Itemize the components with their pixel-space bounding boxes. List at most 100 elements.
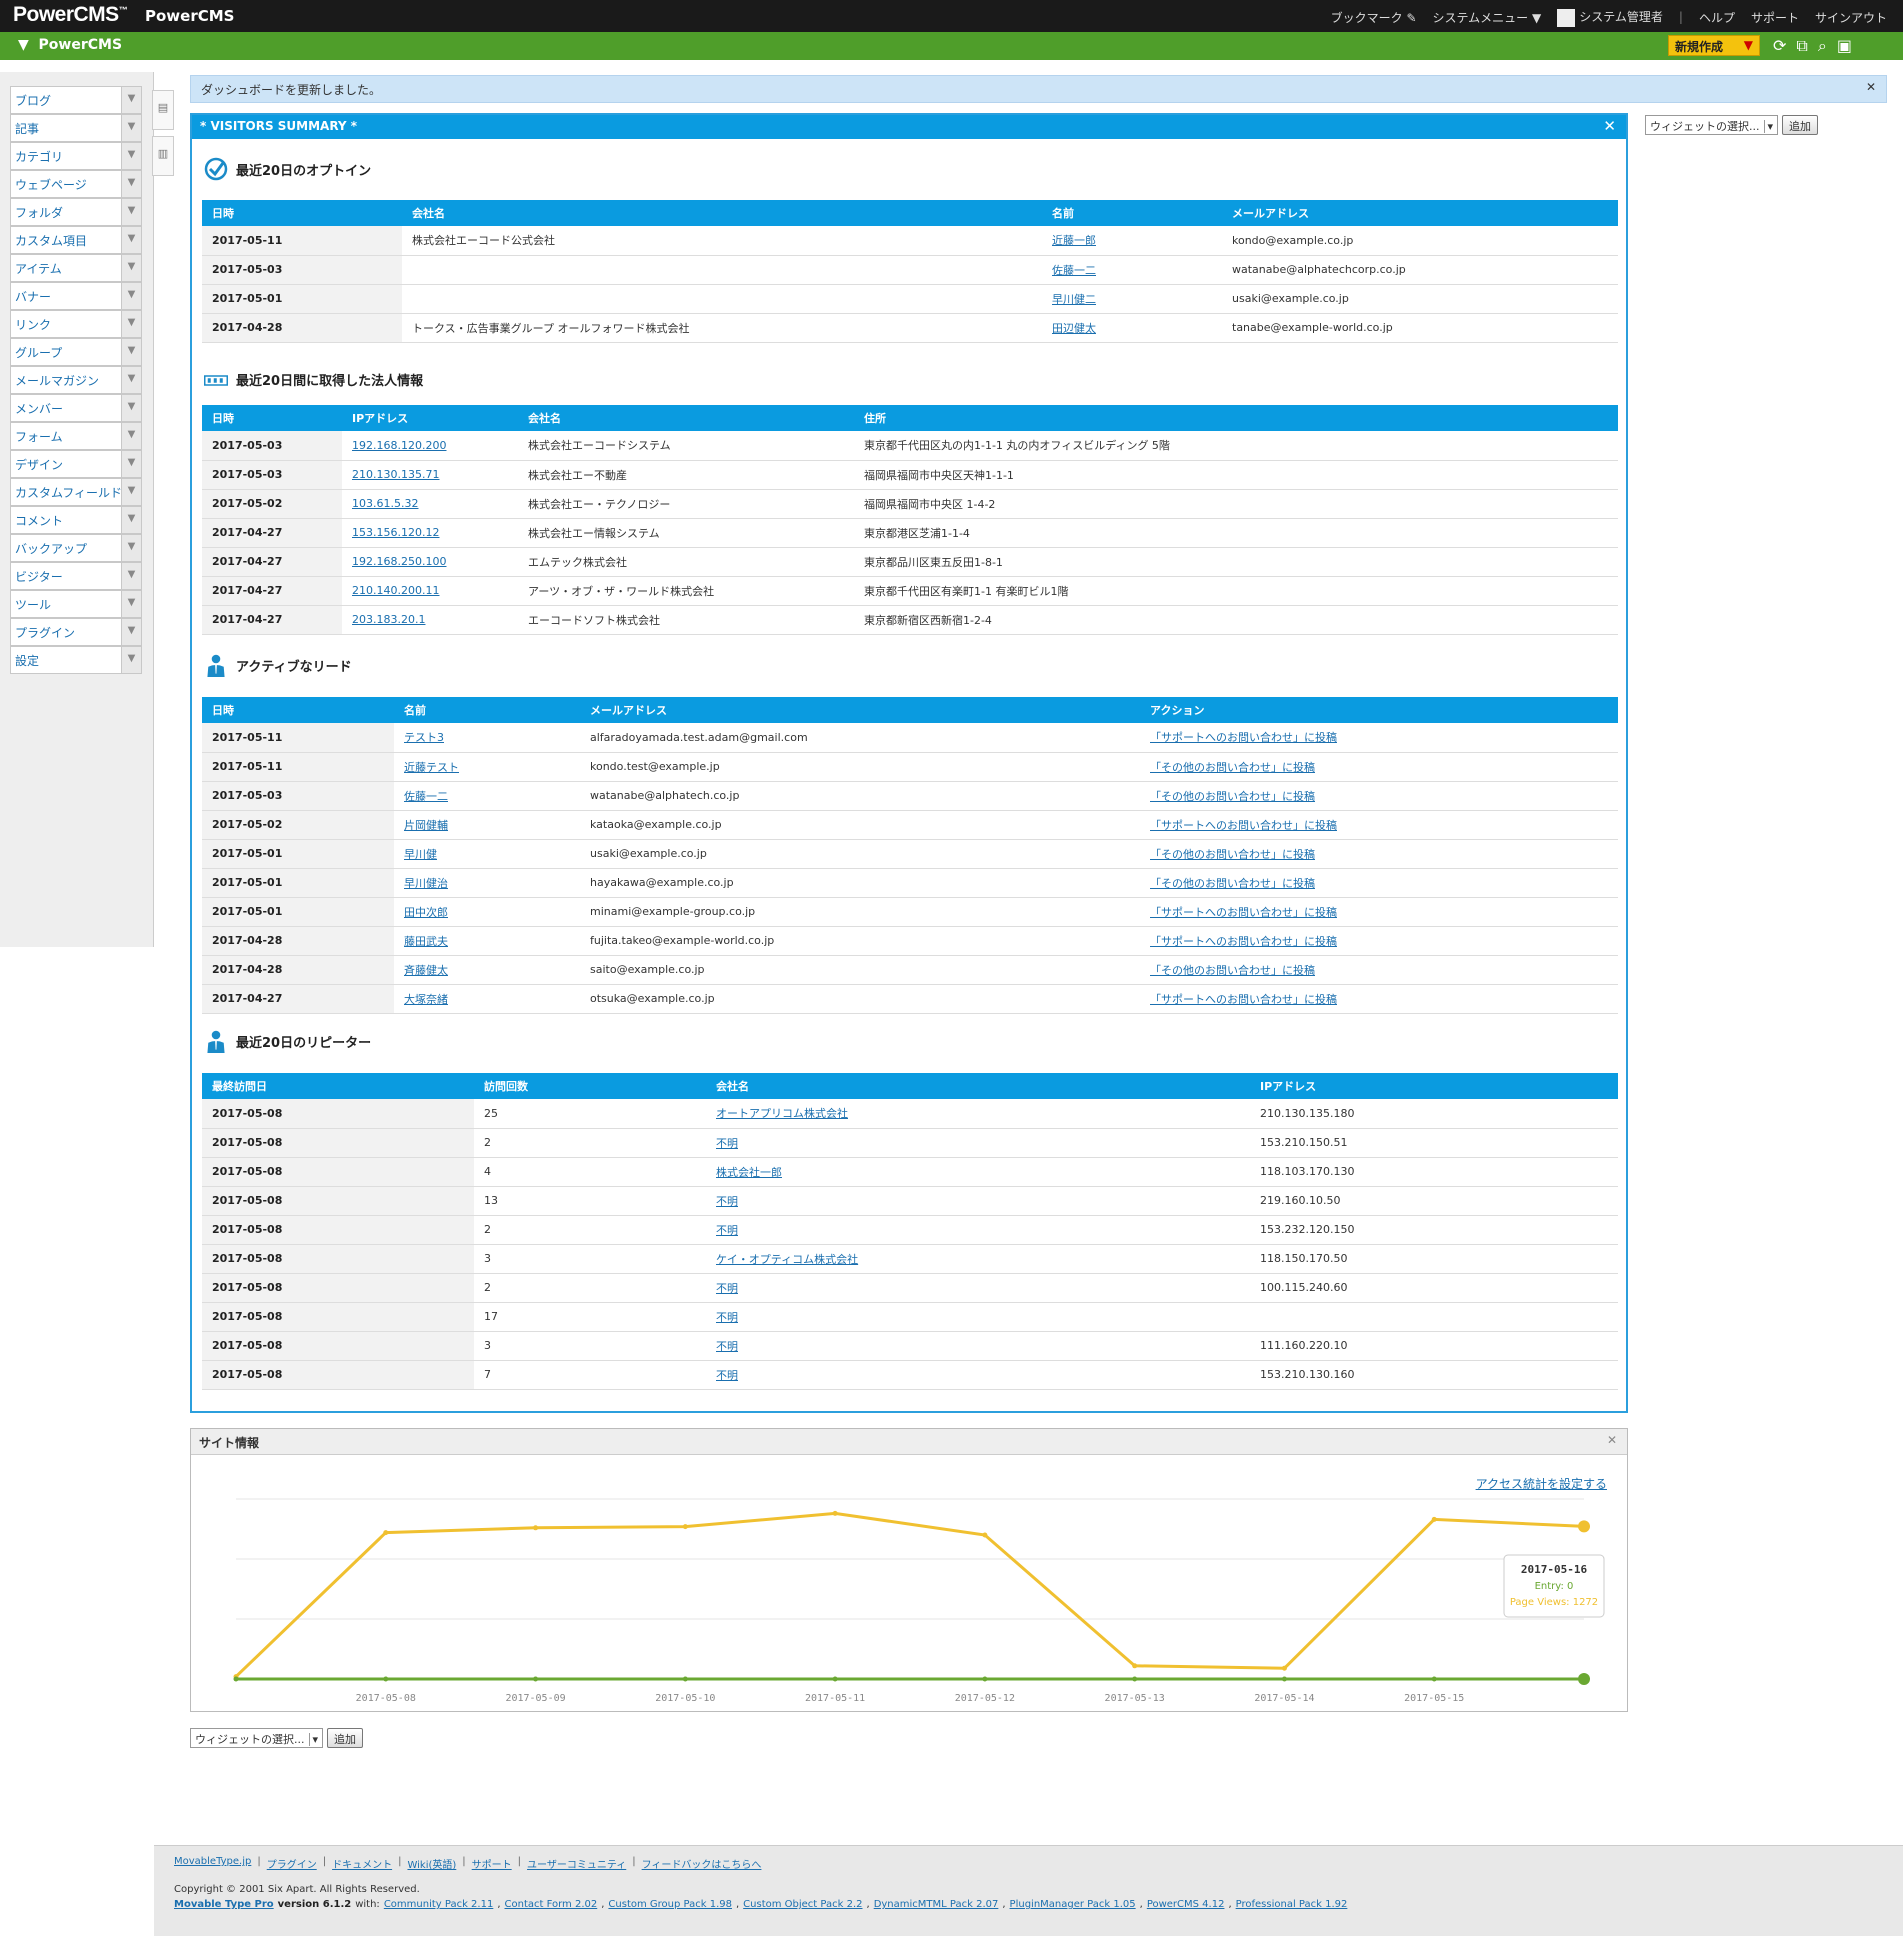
sidebar-item[interactable]: コメント ▼ xyxy=(10,506,142,534)
chevron-down-icon[interactable]: ▼ xyxy=(121,535,141,561)
close-icon[interactable]: ✕ xyxy=(1866,80,1876,94)
plugin-link[interactable]: DynamicMTML Pack 2.07 xyxy=(874,1899,999,1910)
cell-link[interactable]: 不明 xyxy=(716,1195,738,1208)
plugin-link[interactable]: Contact Form 2.02 xyxy=(505,1899,598,1910)
data-point[interactable] xyxy=(383,1676,389,1682)
cell-link[interactable]: 153.156.120.12 xyxy=(352,526,439,539)
cell-link[interactable]: オートアプリコム株式会社 xyxy=(716,1107,848,1120)
column-header[interactable]: アクション xyxy=(1140,697,1618,723)
cell-link[interactable]: 田辺健太 xyxy=(1052,322,1096,335)
data-point[interactable] xyxy=(682,1524,688,1530)
cell-link[interactable]: 不明 xyxy=(716,1137,738,1150)
column-header[interactable]: 日時 xyxy=(202,697,394,723)
new-create-button[interactable]: 新規作成 ▼ xyxy=(1668,35,1760,56)
data-point[interactable] xyxy=(832,1510,838,1516)
cell-link[interactable]: 大塚奈緒 xyxy=(404,993,448,1006)
plugin-link[interactable]: Community Pack 2.11 xyxy=(384,1899,494,1910)
cell-link[interactable]: 「サポートへのお問い合わせ」に投稿 xyxy=(1150,993,1337,1006)
column-header[interactable]: 名前 xyxy=(1042,200,1222,226)
sidebar-item[interactable]: メンバー ▼ xyxy=(10,394,142,422)
add-widget-button[interactable]: 追加 xyxy=(1782,115,1819,135)
data-point[interactable] xyxy=(982,1532,988,1538)
chevron-down-icon[interactable]: ▼ xyxy=(121,199,141,225)
signout-link[interactable]: サインアウト xyxy=(1815,9,1887,26)
chevron-down-icon[interactable]: ▼ xyxy=(121,451,141,477)
cell-link[interactable]: 田中次郎 xyxy=(404,906,448,919)
cell-link[interactable]: 不明 xyxy=(716,1369,738,1382)
chevron-down-icon[interactable]: ▼ xyxy=(121,367,141,393)
cell-link[interactable]: 早川健二 xyxy=(1052,293,1096,306)
chevron-down-icon[interactable]: ▼ xyxy=(121,143,141,169)
cell-link[interactable]: 斉藤健太 xyxy=(404,964,448,977)
sidebar-item[interactable]: プラグイン ▼ xyxy=(10,618,142,646)
sidebar-item[interactable]: カスタム項目 ▼ xyxy=(10,226,142,254)
cell-link[interactable]: 210.130.135.71 xyxy=(352,468,439,481)
cell-link[interactable]: 「その他のお問い合わせ」に投稿 xyxy=(1150,761,1315,774)
column-header[interactable]: 日時 xyxy=(202,405,342,431)
sidebar-item[interactable]: フォルダ ▼ xyxy=(10,198,142,226)
data-point[interactable] xyxy=(1132,1676,1138,1682)
chevron-down-icon[interactable]: ▼ xyxy=(121,563,141,589)
footer-link[interactable]: ユーザーコミュニティ xyxy=(527,1856,626,1871)
search-icon[interactable]: ⌕ xyxy=(1818,36,1827,56)
plugin-link[interactable]: Custom Object Pack 2.2 xyxy=(743,1899,862,1910)
sidebar-item[interactable]: ビジター ▼ xyxy=(10,562,142,590)
plugin-link[interactable]: Custom Group Pack 1.98 xyxy=(608,1899,732,1910)
plugin-link[interactable]: PluginManager Pack 1.05 xyxy=(1010,1899,1136,1910)
cell-link[interactable]: 株式会社一郎 xyxy=(716,1166,782,1179)
site-name[interactable]: PowerCMS xyxy=(145,7,234,25)
column-header[interactable]: IPアドレス xyxy=(1250,1073,1618,1099)
chevron-down-icon[interactable]: ▼ xyxy=(121,283,141,309)
plugin-link[interactable]: Professional Pack 1.92 xyxy=(1236,1899,1348,1910)
chevron-down-icon[interactable]: ▼ xyxy=(121,591,141,617)
close-icon[interactable]: ✕ xyxy=(1607,1433,1617,1447)
cell-link[interactable]: 「その他のお問い合わせ」に投稿 xyxy=(1150,848,1315,861)
widget-select[interactable]: ウィジェットの選択... ▾ xyxy=(1645,115,1779,135)
column-header[interactable]: IPアドレス xyxy=(342,405,518,431)
column-header[interactable]: 最終訪問日 xyxy=(202,1073,474,1099)
document-icon[interactable]: ▥ xyxy=(152,136,174,176)
data-point[interactable] xyxy=(1578,1673,1590,1685)
chevron-down-icon[interactable]: ▼ xyxy=(121,395,141,421)
sidebar-item[interactable]: カスタムフィールド ▼ xyxy=(10,478,142,506)
system-menu-link[interactable]: システムメニュー ▼ xyxy=(1433,9,1542,26)
sidebar-item[interactable]: ブログ ▼ xyxy=(10,86,142,114)
cell-link[interactable]: 「サポートへのお問い合わせ」に投稿 xyxy=(1150,819,1337,832)
data-point[interactable] xyxy=(383,1530,389,1536)
sidebar-item[interactable]: ツール ▼ xyxy=(10,590,142,618)
chevron-down-icon[interactable]: ▼ xyxy=(121,339,141,365)
cell-link[interactable]: 佐藤一二 xyxy=(404,790,448,803)
cell-link[interactable]: ケイ・オプティコム株式会社 xyxy=(716,1253,858,1266)
column-header[interactable]: 会社名 xyxy=(706,1073,1250,1099)
column-header[interactable]: 日時 xyxy=(202,200,402,226)
cell-link[interactable]: 203.183.20.1 xyxy=(352,613,425,626)
cell-link[interactable]: 不明 xyxy=(716,1311,738,1324)
support-link[interactable]: サポート xyxy=(1751,9,1799,26)
blog-selector[interactable]: ▼ PowerCMS xyxy=(18,37,122,53)
external-link-icon[interactable]: ⧉ xyxy=(1796,36,1807,56)
data-point[interactable] xyxy=(682,1676,688,1682)
trash-icon[interactable]: ▣ xyxy=(1837,36,1852,56)
cell-link[interactable]: 「サポートへのお問い合わせ」に投稿 xyxy=(1150,906,1337,919)
bookmark-link[interactable]: ブックマーク ✎ xyxy=(1331,9,1417,26)
chevron-down-icon[interactable]: ▼ xyxy=(121,479,141,505)
sidebar-item[interactable]: グループ ▼ xyxy=(10,338,142,366)
chevron-down-icon[interactable]: ▼ xyxy=(121,423,141,449)
cell-link[interactable]: 103.61.5.32 xyxy=(352,497,418,510)
sidebar-item[interactable]: リンク ▼ xyxy=(10,310,142,338)
cell-link[interactable]: 早川健治 xyxy=(404,877,448,890)
column-header[interactable]: メールアドレス xyxy=(580,697,1140,723)
sidebar-item[interactable]: フォーム ▼ xyxy=(10,422,142,450)
sidebar-item[interactable]: ウェブページ ▼ xyxy=(10,170,142,198)
user-link[interactable]: システム管理者 xyxy=(1557,8,1663,27)
chevron-down-icon[interactable]: ▼ xyxy=(121,619,141,645)
footer-link[interactable]: プラグイン xyxy=(267,1856,317,1871)
data-point[interactable] xyxy=(982,1676,988,1682)
cell-link[interactable]: 「その他のお問い合わせ」に投稿 xyxy=(1150,964,1315,977)
add-widget-button[interactable]: 追加 xyxy=(327,1728,364,1748)
column-header[interactable]: 会社名 xyxy=(518,405,854,431)
cell-link[interactable]: テスト3 xyxy=(404,731,444,744)
cell-link[interactable]: 192.168.250.100 xyxy=(352,555,446,568)
cell-link[interactable]: 藤田武夫 xyxy=(404,935,448,948)
close-icon[interactable]: ✕ xyxy=(1603,117,1616,135)
